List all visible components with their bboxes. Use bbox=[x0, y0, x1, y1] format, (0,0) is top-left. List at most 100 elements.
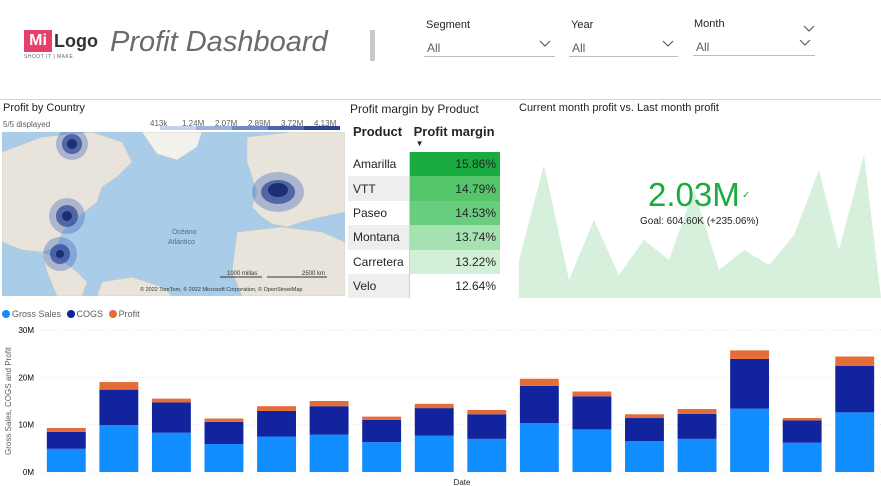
bar-segment-cogs[interactable] bbox=[99, 389, 139, 426]
bar-segment-gross-sales[interactable] bbox=[46, 448, 86, 472]
product-cell: Montana bbox=[348, 225, 409, 250]
bar-segment-cogs[interactable] bbox=[572, 396, 612, 430]
header-divider bbox=[0, 99, 881, 100]
bar-segment-cogs[interactable] bbox=[309, 406, 349, 435]
check-icon: ✓ bbox=[742, 190, 751, 201]
map-attribution: © 2022 TomTom, © 2022 Microsoft Corporat… bbox=[140, 286, 302, 293]
bar-segment-cogs[interactable] bbox=[46, 431, 86, 449]
profit-map[interactable]: Océano Atlántico 1000 millas 2500 km © 2… bbox=[2, 132, 345, 296]
bar-segment-profit[interactable] bbox=[782, 418, 822, 421]
segment-slicer[interactable]: All bbox=[424, 37, 555, 57]
bar-segment-cogs[interactable] bbox=[519, 385, 559, 424]
bar-segment-gross-sales[interactable] bbox=[309, 434, 349, 472]
bar-segment-profit[interactable] bbox=[677, 409, 717, 414]
map-canvas: Océano Atlántico 1000 millas 2500 km © 2… bbox=[2, 132, 345, 296]
table-row[interactable]: Carretera 13.22% bbox=[348, 249, 500, 274]
chart-legend: Gross Sales COGS Profit bbox=[2, 309, 140, 319]
table-row[interactable]: Amarilla 15.86% bbox=[348, 152, 500, 177]
bar-segment-profit[interactable] bbox=[519, 378, 559, 386]
legend-item-profit[interactable]: Profit bbox=[108, 309, 140, 319]
map-bubble-usa[interactable] bbox=[49, 198, 85, 234]
bar-segment-profit[interactable] bbox=[151, 398, 191, 403]
bar-segment-gross-sales[interactable] bbox=[572, 429, 612, 472]
x-axis-label: Date bbox=[454, 478, 471, 486]
legend-swatch bbox=[160, 126, 196, 130]
bar-segment-cogs[interactable] bbox=[362, 419, 402, 443]
bar-segment-gross-sales[interactable] bbox=[519, 423, 559, 472]
bar-segment-gross-sales[interactable] bbox=[362, 442, 402, 472]
bar-segment-profit[interactable] bbox=[572, 391, 612, 397]
greenland-land bbox=[141, 132, 203, 161]
product-cell: Paseo bbox=[348, 200, 409, 226]
page-title: Profit Dashboard bbox=[110, 26, 328, 58]
bar-segment-cogs[interactable] bbox=[677, 413, 717, 439]
segment-slicer-label: Segment bbox=[426, 19, 471, 31]
logo-mark: Mi bbox=[24, 30, 52, 52]
table-row[interactable]: Montana 13.74% bbox=[348, 225, 500, 250]
month-slicer[interactable]: All bbox=[693, 36, 815, 56]
map-bubble-europe[interactable] bbox=[252, 172, 304, 212]
bar-segment-gross-sales[interactable] bbox=[677, 438, 717, 472]
y-tick-label: 20M bbox=[18, 373, 34, 382]
bar-segment-cogs[interactable] bbox=[835, 365, 875, 413]
bar-segment-gross-sales[interactable] bbox=[257, 436, 296, 473]
y-axis-label: Gross Sales, COGS and Profit bbox=[4, 346, 13, 455]
bar-segment-gross-sales[interactable] bbox=[467, 438, 507, 472]
product-cell: Velo bbox=[348, 273, 409, 299]
bar-segment-cogs[interactable] bbox=[257, 410, 296, 437]
legend-item-cogs[interactable]: COGS bbox=[66, 309, 103, 319]
bar-segment-profit[interactable] bbox=[835, 356, 875, 366]
bar-segment-profit[interactable] bbox=[257, 406, 296, 411]
bar-segment-profit[interactable] bbox=[204, 418, 244, 422]
legend-item-gross-sales[interactable]: Gross Sales bbox=[2, 309, 61, 319]
chevron-down-icon bbox=[799, 39, 811, 50]
bar-segment-gross-sales[interactable] bbox=[782, 442, 822, 472]
chevron-down-icon bbox=[539, 40, 551, 51]
bar-segment-gross-sales[interactable] bbox=[835, 412, 875, 472]
col-header-margin[interactable]: Profit margin ▼ bbox=[409, 120, 500, 152]
legend-swatch bbox=[304, 126, 340, 130]
bar-segment-gross-sales[interactable] bbox=[625, 441, 664, 472]
product-cell: Amarilla bbox=[348, 152, 409, 177]
bar-segment-cogs[interactable] bbox=[782, 420, 822, 443]
bar-segment-cogs[interactable] bbox=[151, 402, 191, 433]
bar-segment-gross-sales[interactable] bbox=[151, 432, 191, 472]
bar-segment-gross-sales[interactable] bbox=[99, 425, 139, 472]
chevron-down-icon bbox=[662, 40, 674, 51]
table-row[interactable]: Velo 12.64% bbox=[348, 273, 500, 299]
bar-segment-profit[interactable] bbox=[99, 382, 139, 390]
kpi-title: Current month profit vs. Last month prof… bbox=[519, 102, 719, 114]
bar-segment-gross-sales[interactable] bbox=[414, 435, 454, 472]
bar-segment-profit[interactable] bbox=[362, 416, 402, 420]
bar-segment-profit[interactable] bbox=[467, 409, 507, 415]
y-tick-label: 10M bbox=[18, 421, 34, 430]
bar-segment-profit[interactable] bbox=[414, 403, 454, 409]
bar-segment-cogs[interactable] bbox=[730, 358, 770, 409]
margin-cell: 13.74% bbox=[408, 225, 500, 250]
table-row[interactable]: VTT 14.79% bbox=[348, 176, 500, 201]
bar-segment-cogs[interactable] bbox=[467, 414, 507, 439]
scale-label: 1000 millas bbox=[227, 271, 257, 277]
col-header-product[interactable]: Product bbox=[348, 120, 409, 152]
bar-segment-profit[interactable] bbox=[730, 350, 770, 359]
logo-tagline: SHOOT IT | MAKE bbox=[24, 54, 74, 60]
map-bubble-mexico[interactable] bbox=[43, 237, 77, 271]
bar-segment-cogs[interactable] bbox=[625, 418, 664, 442]
bar-segment-profit[interactable] bbox=[46, 427, 86, 432]
africa-land bbox=[231, 226, 345, 296]
stacked-bar-chart: 0M 10M 20M 30M Gross Sales, COGS and Profit D… bbox=[4, 326, 881, 486]
table-row[interactable]: Paseo 14.53% bbox=[348, 200, 500, 226]
bar-segment-gross-sales[interactable] bbox=[204, 444, 244, 472]
bar-segment-cogs[interactable] bbox=[204, 421, 244, 445]
bar-segment-profit[interactable] bbox=[309, 401, 349, 407]
sort-desc-icon: ▼ bbox=[415, 139, 424, 148]
bar-segment-cogs[interactable] bbox=[414, 408, 454, 436]
bar-segment-profit[interactable] bbox=[625, 414, 664, 419]
segment-slicer-value: All bbox=[427, 41, 441, 55]
bar-segment-gross-sales[interactable] bbox=[730, 408, 770, 472]
legend-swatch bbox=[196, 126, 232, 130]
year-slicer[interactable]: All bbox=[569, 37, 678, 57]
month-slicer-label: Month bbox=[694, 18, 725, 30]
kpi-value: 2.03M bbox=[648, 176, 740, 213]
year-slicer-value: All bbox=[572, 41, 586, 55]
